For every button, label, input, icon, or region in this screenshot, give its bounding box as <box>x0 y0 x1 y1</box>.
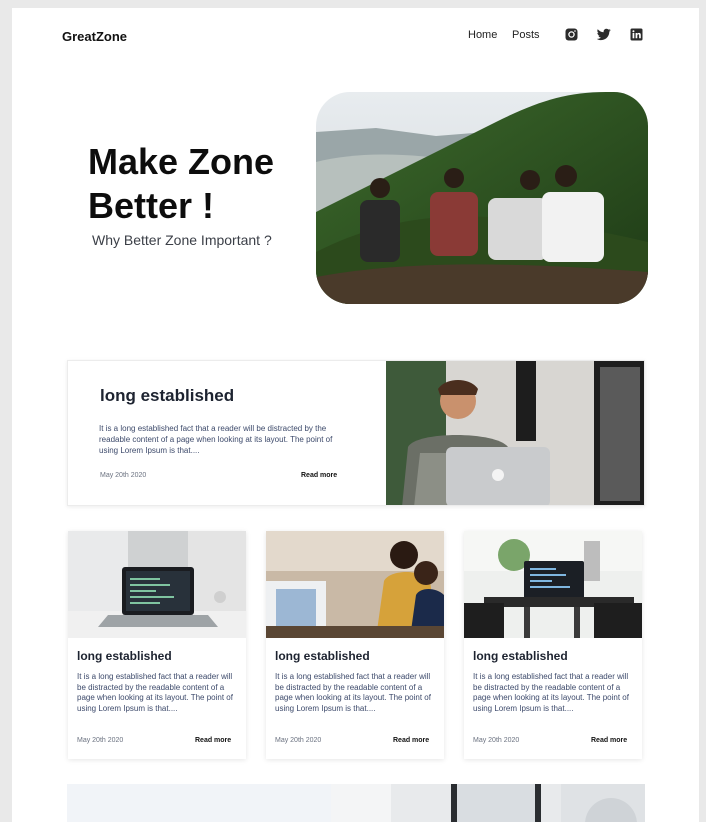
post-card-date: May 20th 2020 <box>473 737 520 744</box>
post-card-1[interactable]: long established It is a long establishe… <box>68 531 246 759</box>
twitter-icon[interactable] <box>597 28 611 41</box>
featured-post-image <box>386 361 644 505</box>
post-card-title[interactable]: long established <box>275 649 370 663</box>
read-more-link[interactable]: Read more <box>591 737 627 744</box>
hero-image <box>316 92 648 304</box>
post-card-title[interactable]: long established <box>473 649 568 663</box>
next-post-image <box>331 784 645 822</box>
page: GreatZone Home Posts Make Zone Better ! … <box>12 8 699 822</box>
post-card-date: May 20th 2020 <box>77 737 124 744</box>
instagram-icon[interactable] <box>565 28 578 41</box>
featured-post-card[interactable]: long established It is a long establishe… <box>67 360 645 506</box>
featured-read-more-link[interactable]: Read more <box>301 472 337 479</box>
site-logo[interactable]: GreatZone <box>62 29 127 44</box>
read-more-link[interactable]: Read more <box>393 737 429 744</box>
post-card-excerpt: It is a long established fact that a rea… <box>275 672 431 713</box>
featured-post-title[interactable]: long established <box>100 386 234 406</box>
featured-post-excerpt: It is a long established fact that a rea… <box>99 424 333 455</box>
next-post-card[interactable] <box>67 784 645 822</box>
post-card-image <box>68 531 246 638</box>
post-card-title[interactable]: long established <box>77 649 172 663</box>
post-card-3[interactable]: long established It is a long establishe… <box>464 531 642 759</box>
hero-title: Make Zone Better ! <box>88 141 275 226</box>
post-card-excerpt: It is a long established fact that a rea… <box>77 672 233 713</box>
featured-post-date: May 20th 2020 <box>100 472 147 479</box>
read-more-link[interactable]: Read more <box>195 737 231 744</box>
linkedin-icon[interactable] <box>630 28 643 41</box>
nav-posts-link[interactable]: Posts <box>512 29 540 41</box>
nav-home-link[interactable]: Home <box>468 29 497 41</box>
post-card-date: May 20th 2020 <box>275 737 322 744</box>
post-card-image <box>464 531 642 638</box>
post-card-2[interactable]: long established It is a long establishe… <box>266 531 444 759</box>
post-card-image <box>266 531 444 638</box>
hero-subtitle: Why Better Zone Important ? <box>92 232 272 248</box>
post-card-excerpt: It is a long established fact that a rea… <box>473 672 629 713</box>
